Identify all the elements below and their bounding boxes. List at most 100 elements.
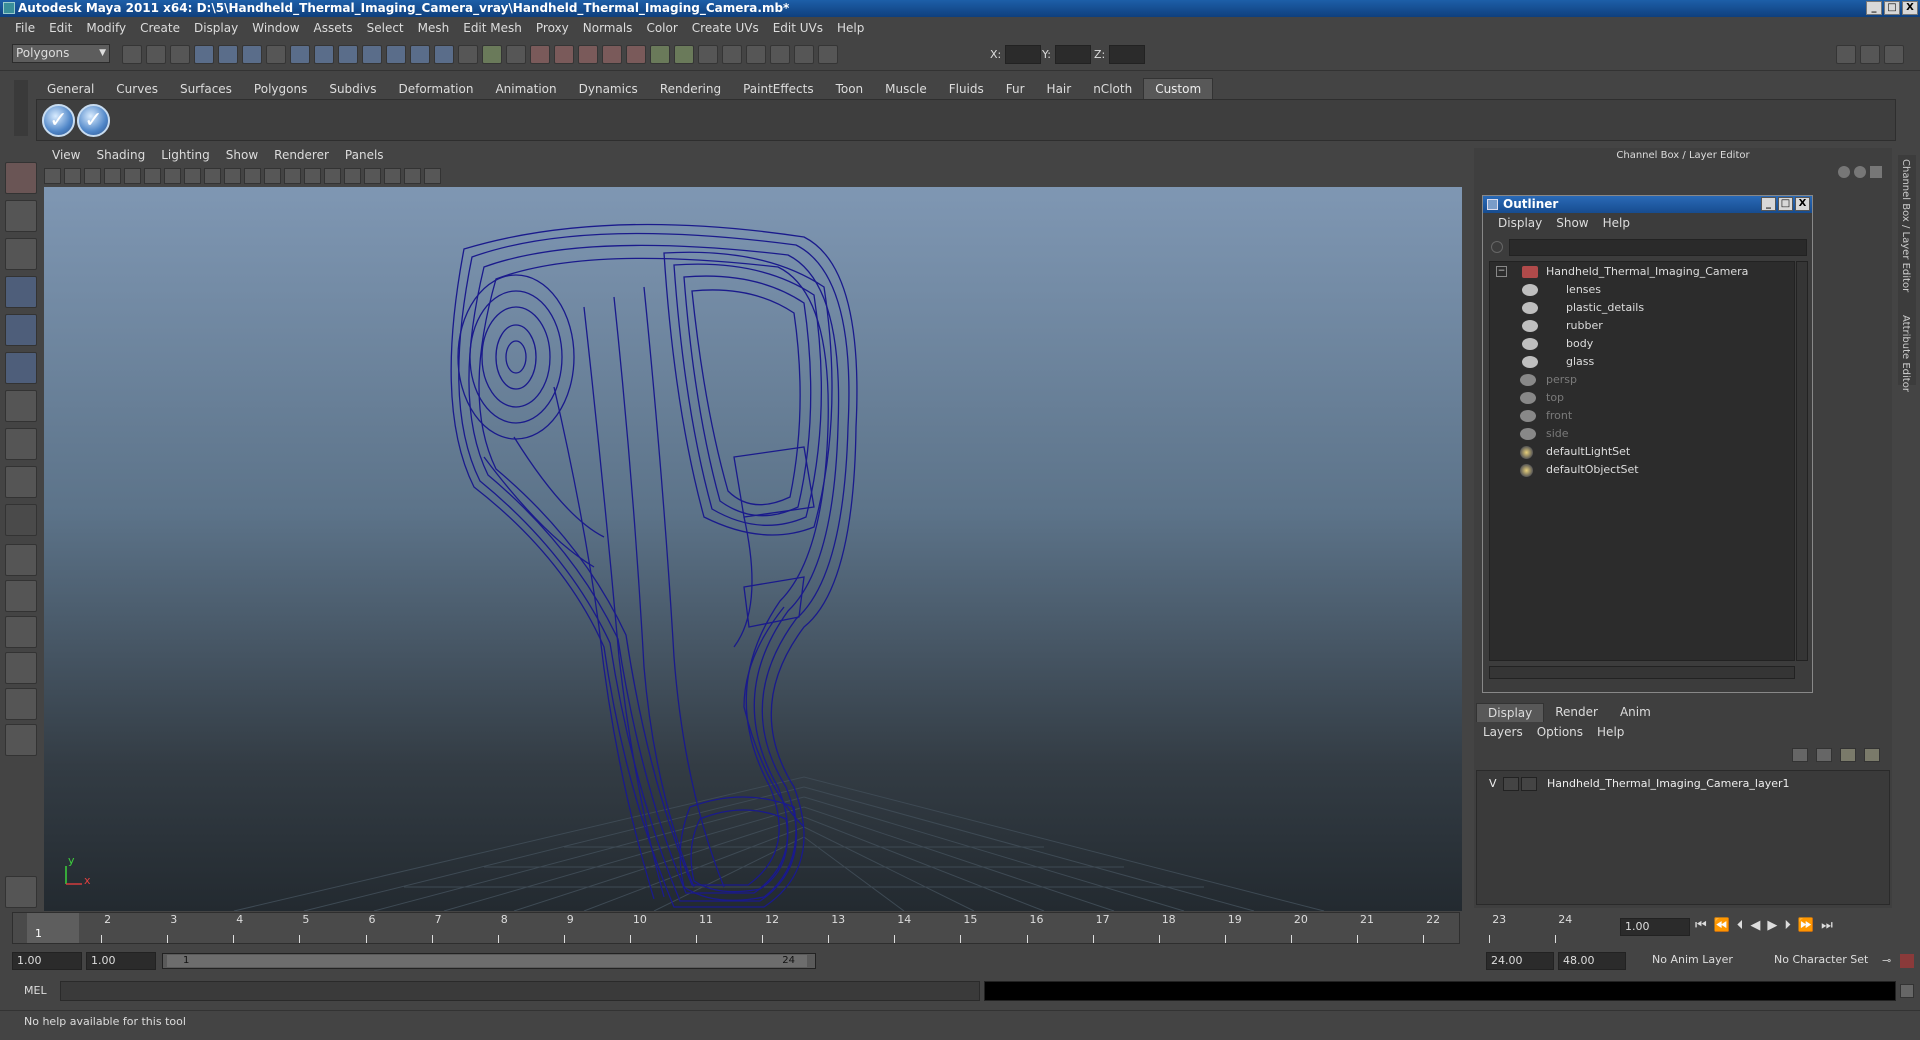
wireframe-on-shaded-icon[interactable] (244, 168, 261, 184)
shelf-tab-rendering[interactable]: Rendering (649, 79, 732, 99)
construction-history-icon[interactable] (506, 45, 526, 64)
camera-select-icon[interactable] (44, 168, 61, 184)
layout-custom-icon[interactable] (5, 724, 37, 756)
manipulator-tool-icon[interactable] (5, 390, 37, 422)
layout-icon[interactable] (698, 45, 718, 64)
menu-display[interactable]: Display (187, 21, 245, 35)
transform-icon[interactable] (818, 45, 838, 64)
play-backward-icon[interactable]: ◀ (1750, 918, 1760, 933)
ipr-render-icon[interactable] (554, 45, 574, 64)
shelf-tab-fluids[interactable]: Fluids (938, 79, 995, 99)
shelf-tab-custom[interactable]: Custom (1143, 78, 1214, 99)
layer-visibility-toggle[interactable]: V (1489, 775, 1497, 793)
image-plane-icon[interactable] (104, 168, 121, 184)
shelf-tab-general[interactable]: General (36, 79, 105, 99)
outliner-item-front[interactable]: front (1520, 407, 1572, 425)
menu-edit-mesh[interactable]: Edit Mesh (456, 21, 529, 35)
snap-plane-icon[interactable] (362, 45, 382, 64)
render-settings-icon[interactable] (578, 45, 598, 64)
display-icon-2[interactable] (674, 45, 694, 64)
smooth-shade-icon[interactable] (184, 168, 201, 184)
mode-selector[interactable]: Polygons ▼ (12, 44, 110, 63)
range-slider-handle[interactable] (167, 955, 807, 967)
anim-layer-selector[interactable]: No Anim Layer (1648, 952, 1764, 970)
shelf-tab-muscle[interactable]: Muscle (874, 79, 938, 99)
layer-tab-display[interactable]: Display (1476, 703, 1545, 722)
outliner-item-root[interactable]: Handheld_Thermal_Imaging_Camera (1522, 263, 1748, 281)
auto-key-icon[interactable]: ⊸ (1882, 954, 1891, 967)
animation-start-field[interactable]: 1.00 (12, 952, 82, 970)
playback-start-field[interactable]: 1.00 (86, 952, 156, 970)
script-editor-icon[interactable] (1900, 984, 1914, 998)
snap-point-icon[interactable] (338, 45, 358, 64)
coord-z[interactable]: Z: (1094, 45, 1146, 64)
menu-help[interactable]: Help (830, 21, 871, 35)
shelf-tab-fur[interactable]: Fur (995, 79, 1036, 99)
outliner-item-lenses[interactable]: lenses (1522, 281, 1601, 299)
shelf-tab-hair[interactable]: Hair (1036, 79, 1083, 99)
resolution-gate-icon[interactable] (424, 168, 441, 184)
filter-icon[interactable] (1491, 241, 1503, 253)
viewport-menu-panels[interactable]: Panels (337, 148, 392, 166)
scale-tool-icon[interactable] (5, 352, 37, 384)
lasso-tool-icon[interactable] (5, 200, 37, 232)
layer-color-swatch[interactable] (1521, 777, 1537, 791)
save-scene-icon[interactable] (170, 45, 190, 64)
menu-mesh[interactable]: Mesh (411, 21, 457, 35)
graph-icon[interactable] (770, 45, 790, 64)
animation-end-field[interactable]: 48.00 (1558, 952, 1626, 970)
viewport-menu-view[interactable]: View (44, 148, 88, 166)
menu-create[interactable]: Create (133, 21, 187, 35)
animation-preferences-icon[interactable] (1900, 954, 1914, 968)
shelf-tab-deformation[interactable]: Deformation (387, 79, 484, 99)
outliner-item-top[interactable]: top (1520, 389, 1564, 407)
outliner-horizontal-scrollbar[interactable] (1489, 666, 1795, 679)
input-relative-icon[interactable] (794, 45, 814, 64)
shelf-tab-subdivs[interactable]: Subdivs (318, 79, 387, 99)
quick-layout-icon[interactable] (5, 876, 37, 908)
display-icon-1[interactable] (650, 45, 670, 64)
go-to-end-icon[interactable]: ⏭ (1821, 918, 1833, 933)
outliner-menu-help[interactable]: Help (1596, 216, 1637, 230)
side-tab-attribute-editor[interactable]: Attribute Editor (1900, 315, 1911, 392)
side-tab-channel-box[interactable]: Channel Box / Layer Editor (1900, 159, 1911, 292)
channel-box-icon[interactable] (1838, 166, 1850, 178)
custom-shelf-check-icon-2[interactable]: ✓ (77, 104, 110, 137)
frame-selected-icon[interactable] (404, 168, 421, 184)
shelf-tab-painteffects[interactable]: PaintEffects (732, 79, 824, 99)
custom-shelf-check-icon-1[interactable]: ✓ (42, 104, 75, 137)
select-hierarchy-icon[interactable] (194, 45, 214, 64)
shelf-tab-polygons[interactable]: Polygons (243, 79, 318, 99)
outliner-maximize-button[interactable]: □ (1778, 197, 1793, 211)
menu-normals[interactable]: Normals (576, 21, 640, 35)
close-button[interactable]: X (1902, 1, 1918, 15)
move-layer-down-icon[interactable] (1816, 748, 1832, 762)
time-slider[interactable]: 123456789101112131415161718192021222324 … (12, 912, 1572, 944)
shadows-icon[interactable] (344, 168, 361, 184)
layer-tab-render[interactable]: Render (1544, 703, 1609, 722)
menu-window[interactable]: Window (245, 21, 306, 35)
outliner-item-plastic-details[interactable]: plastic_details (1522, 299, 1644, 317)
rotate-tool-icon[interactable] (5, 314, 37, 346)
playback-end-field[interactable]: 24.00 (1486, 952, 1554, 970)
viewport-menu-lighting[interactable]: Lighting (153, 148, 218, 166)
select-component-icon[interactable] (242, 45, 262, 64)
show-manipulator-icon[interactable] (5, 466, 37, 498)
magnet-icon[interactable] (482, 45, 502, 64)
collapse-toggle-icon[interactable]: − (1496, 266, 1507, 277)
menu-file[interactable]: File (8, 21, 42, 35)
menu-modify[interactable]: Modify (79, 21, 133, 35)
attribute-editor-toggle-icon[interactable] (1836, 45, 1856, 64)
layer-menu-layers[interactable]: Layers (1476, 725, 1530, 739)
outliner-menu-display[interactable]: Display (1491, 216, 1549, 230)
menu-color[interactable]: Color (639, 21, 684, 35)
outliner-item-glass[interactable]: glass (1522, 353, 1594, 371)
texture-icon[interactable] (264, 168, 281, 184)
menu-create-uvs[interactable]: Create UVs (685, 21, 766, 35)
command-language-label[interactable]: MEL (24, 984, 47, 997)
perspective-viewport[interactable] (44, 187, 1462, 911)
shelf-tab-dynamics[interactable]: Dynamics (568, 79, 649, 99)
step-back-frame-icon[interactable]: ⏴ (1737, 918, 1744, 933)
outliner-toggle-icon[interactable] (722, 45, 742, 64)
move-layer-up-icon[interactable] (1792, 748, 1808, 762)
